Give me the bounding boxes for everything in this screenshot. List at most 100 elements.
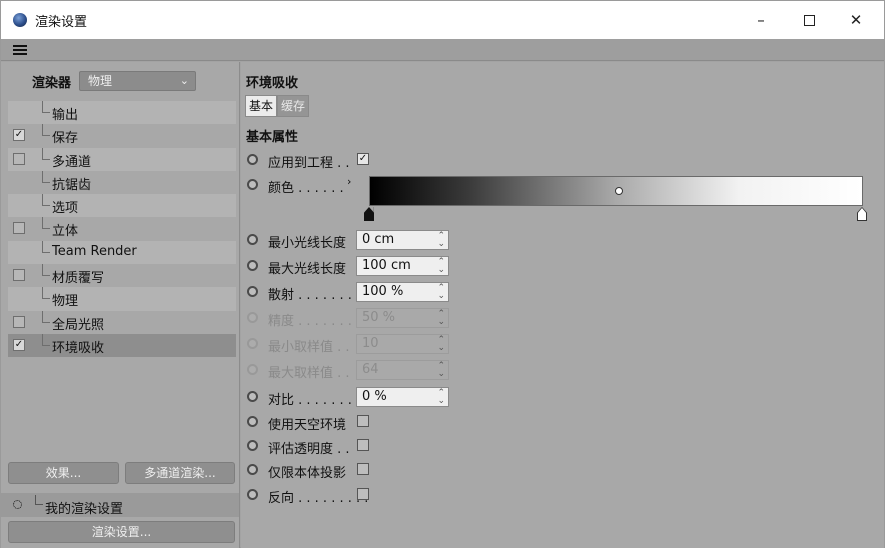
tree-item[interactable]: 物理	[8, 287, 236, 311]
title-bar: 渲染设置 – ✕	[1, 1, 884, 39]
tree-item-checkbox[interactable]	[13, 315, 25, 328]
tree-connector	[42, 240, 50, 253]
invert-checkbox[interactable]	[357, 488, 369, 500]
animation-dot-icon	[247, 338, 258, 349]
tree-item-label: 物理	[52, 294, 79, 310]
tree-connector	[42, 194, 50, 207]
renderer-label: 渲染器	[32, 76, 72, 91]
contrast-input[interactable]: 0 % ⌃ ⌄	[356, 387, 449, 407]
tree-item-label: 环境吸收	[52, 340, 105, 356]
max-ray-length-label: 最大光线长度	[268, 262, 347, 277]
tree-connector	[42, 217, 50, 230]
stepper-arrows-icon[interactable]: ⌃ ⌄	[437, 258, 445, 275]
tree-item[interactable]: 输出	[8, 101, 236, 125]
stepper-arrows-icon: ⌃ ⌄	[437, 361, 445, 379]
min-ray-length-label: 最小光线长度	[268, 236, 347, 251]
color-gradient-bar[interactable]	[369, 176, 863, 206]
tab-cache[interactable]: 缓存	[277, 95, 310, 117]
multipass-render-button[interactable]: 多通道渲染...	[125, 462, 235, 484]
tree-item-label: Team Render	[52, 243, 137, 259]
max-samples-value: 64	[362, 362, 379, 377]
tree-item-checkbox[interactable]: ✓	[13, 338, 25, 351]
tree-connector	[42, 287, 50, 300]
app-sphere-icon	[13, 13, 27, 27]
animation-dot-icon[interactable]	[247, 286, 258, 297]
menu-bar	[1, 39, 884, 61]
tree-item[interactable]: 立体	[8, 217, 236, 240]
animation-dot-icon[interactable]	[247, 440, 258, 451]
chevron-down-icon: ⌄	[179, 74, 189, 87]
animation-dot-icon[interactable]	[247, 234, 258, 245]
animation-dot-icon[interactable]	[247, 464, 258, 475]
min-samples-row: 最小取样值 . . 10 ⌃ ⌄	[241, 333, 881, 355]
section-title: 环境吸收	[246, 76, 299, 91]
invert-row: 反向 . . . . . . . . .	[241, 484, 881, 506]
max-samples-row: 最大取样值 . . 64 ⌃ ⌄	[241, 359, 881, 381]
use-sky-checkbox[interactable]	[357, 415, 369, 427]
tree-item-label: 抗锯齿	[52, 177, 92, 193]
animation-dot-icon[interactable]	[247, 416, 258, 427]
render-settings-window: 渲染设置 – ✕ 渲染器 物理 ⌄ 输出 ✓ 保存 多通道抗锯齿选项 立体 Team Re…	[0, 0, 885, 548]
tree-item-checkbox[interactable]: ✓	[13, 129, 25, 142]
maximize-button[interactable]	[786, 5, 832, 35]
apply-to-project-checkbox[interactable]: ✓	[357, 153, 369, 165]
ambient-occlusion-panel: 环境吸收 基本 缓存 基本属性 应用到工程 . . ✓ 颜色 . . . . .…	[241, 62, 884, 548]
render-settings-button[interactable]: 渲染设置...	[8, 521, 235, 543]
animation-dot-icon[interactable]	[247, 179, 258, 190]
tree-item-label: 选项	[52, 201, 79, 217]
animation-dot-icon[interactable]	[247, 154, 258, 165]
animation-dot-icon[interactable]	[247, 260, 258, 271]
minimize-button[interactable]: –	[738, 5, 784, 35]
tab-basic[interactable]: 基本	[245, 95, 278, 117]
window-title: 渲染设置	[35, 15, 88, 30]
tree-item[interactable]: ✓ 保存	[8, 124, 236, 147]
settings-tree: 输出 ✓ 保存 多通道抗锯齿选项 立体 Team Render 材质覆写物理 全局光照 ✓ 环境吸…	[8, 101, 236, 358]
gradient-knot-black[interactable]	[364, 207, 374, 221]
subsection-title: 基本属性	[246, 130, 299, 145]
tree-item[interactable]: 材质覆写	[8, 264, 236, 287]
animation-dot-icon[interactable]	[247, 489, 258, 500]
tree-connector	[42, 124, 50, 137]
accuracy-value: 50 %	[362, 310, 396, 325]
min-ray-length-input[interactable]: 0 cm ⌃ ⌄	[356, 230, 449, 250]
stepper-arrows-icon[interactable]: ⌃ ⌄	[437, 389, 445, 406]
max-samples-label: 最大取样值 . .	[268, 366, 350, 381]
tree-item-checkbox[interactable]	[13, 222, 25, 235]
self-shadow-checkbox[interactable]	[357, 463, 369, 475]
apply-to-project-label: 应用到工程 . .	[268, 156, 350, 171]
min-samples-value: 10	[362, 336, 379, 351]
expand-arrow-icon[interactable]: ›	[347, 175, 351, 188]
animation-dot-icon[interactable]	[247, 391, 258, 402]
stepper-arrows-icon[interactable]: ⌃ ⌄	[437, 232, 445, 249]
tree-item[interactable]: ✓ 环境吸收	[8, 333, 236, 358]
tree-item[interactable]: Team Render	[8, 240, 236, 265]
stepper-arrows-icon[interactable]: ⌃ ⌄	[437, 284, 445, 301]
max-ray-length-input[interactable]: 100 cm ⌃ ⌄	[356, 256, 449, 276]
contrast-row: 对比 . . . . . . . . . 0 % ⌃ ⌄	[241, 386, 881, 408]
dispersion-input[interactable]: 100 % ⌃ ⌄	[356, 282, 449, 302]
close-button[interactable]: ✕	[833, 5, 879, 35]
renderer-dropdown[interactable]: 物理 ⌄	[79, 71, 196, 91]
min-samples-label: 最小取样值 . .	[268, 340, 350, 355]
tab-bar: 基本 缓存	[245, 95, 310, 117]
tree-connector	[42, 333, 50, 346]
gradient-midpoint-handle[interactable]	[615, 187, 623, 195]
dispersion-value: 100 %	[362, 284, 404, 299]
tree-item-checkbox[interactable]	[13, 152, 25, 165]
tree-item[interactable]: 抗锯齿	[8, 170, 236, 194]
tree-item[interactable]: 多通道	[8, 147, 236, 171]
tree-item[interactable]: 全局光照	[8, 310, 236, 334]
tree-item-checkbox[interactable]	[13, 269, 25, 282]
tree-connector	[42, 310, 50, 323]
hamburger-menu-icon[interactable]	[13, 45, 27, 55]
effect-button[interactable]: 效果...	[8, 462, 119, 484]
my-render-settings-item[interactable]: 我的渲染设置	[1, 493, 239, 517]
accuracy-input: 50 % ⌃ ⌄	[356, 308, 449, 328]
use-sky-label: 使用天空环境	[268, 418, 347, 433]
eval-transparency-checkbox[interactable]	[357, 439, 369, 451]
invert-label: 反向 . . . . . . . . .	[268, 491, 369, 506]
gradient-knot-white[interactable]	[857, 207, 867, 221]
tree-item[interactable]: 选项	[8, 194, 236, 218]
min-ray-length-row: 最小光线长度 0 cm ⌃ ⌄	[241, 229, 881, 251]
renderer-row: 渲染器 物理 ⌄	[1, 68, 239, 92]
